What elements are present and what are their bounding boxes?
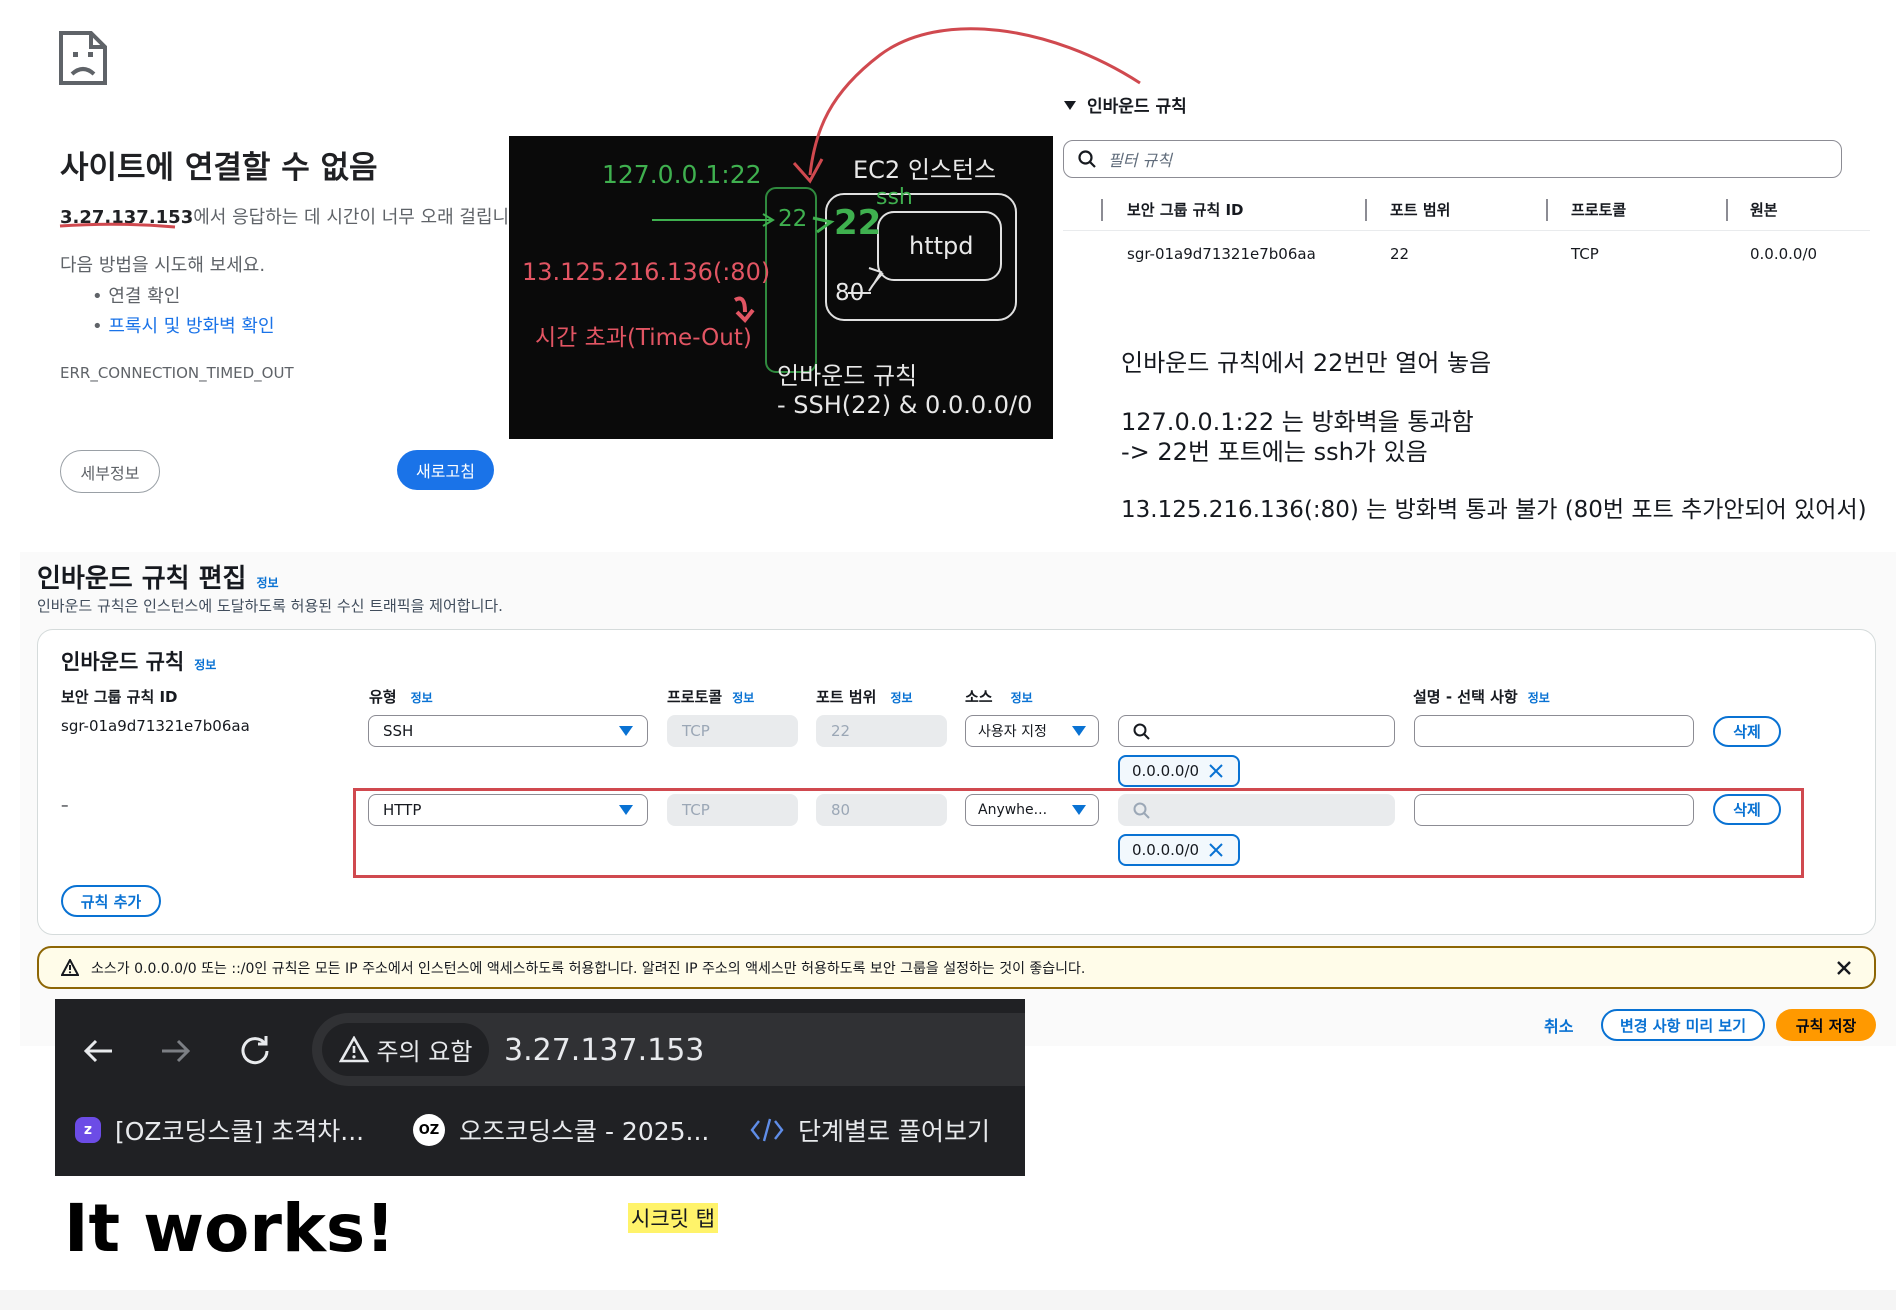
- diagram-port22-a: 22: [778, 206, 808, 232]
- caret-down-icon: [1064, 100, 1076, 110]
- title-info-link[interactable]: 정보: [256, 574, 278, 591]
- bullet-proxy-firewall[interactable]: • 프록시 및 방화벽 확인: [92, 312, 275, 338]
- bookmark-3[interactable]: 단계별로 풀어보기: [750, 1112, 990, 1148]
- hdr-source: 소스 정보: [965, 688, 1033, 706]
- row1-type-select[interactable]: SSH: [368, 715, 648, 747]
- summary-table-header: 보안 그룹 규칙 ID 포트 범위 프로토콜 원본: [1063, 195, 1870, 231]
- diagram-timeout: 시간 초과(Time-Out): [535, 325, 752, 351]
- not-secure-chip[interactable]: 주의 요함: [322, 1023, 489, 1076]
- inbound-collapse-toggle[interactable]: 인바운드 규칙: [1063, 92, 1187, 117]
- browser-toolbar: 주의 요함 3.27.137.153 z [OZ코딩스쿨] 초격차... OZ …: [55, 999, 1025, 1176]
- row1-description-input[interactable]: [1414, 715, 1694, 747]
- bookmark-1-label: [OZ코딩스쿨] 초격차...: [115, 1117, 365, 1146]
- summary-table-row: sgr-01a9d71321e7b06aa 22 TCP 0.0.0.0/0: [1063, 245, 1870, 275]
- preview-changes-button[interactable]: 변경 사항 미리 보기: [1601, 1009, 1765, 1041]
- col-port-range: 포트 범위: [1390, 201, 1451, 219]
- row1-rule-id: sgr-01a9d71321e7b06aa: [61, 717, 250, 735]
- panel-title: 인바운드 규칙 정보: [61, 650, 217, 674]
- address-bar[interactable]: 주의 요함 3.27.137.153: [312, 1013, 1025, 1086]
- diagram-inbound-title: 인바운드 규칙: [777, 362, 918, 390]
- diagram-remote: 13.125.216.136(:80): [522, 258, 771, 286]
- warning-text: 소스가 0.0.0.0/0 또는 ::/0인 규칙은 모든 IP 주소에서 인스…: [91, 960, 1086, 977]
- bullet-connection: • 연결 확인: [92, 286, 181, 307]
- diagram-port22-b: 22: [834, 203, 882, 243]
- bookmark-1[interactable]: z [OZ코딩스쿨] 초격차...: [75, 1112, 364, 1148]
- panel-info-link[interactable]: 정보: [194, 656, 216, 673]
- row-source: 0.0.0.0/0: [1750, 245, 1818, 263]
- back-arrow-icon[interactable]: [81, 1036, 115, 1066]
- warning-alert: 소스가 0.0.0.0/0 또는 ::/0인 규칙은 모든 IP 주소에서 인스…: [37, 946, 1876, 989]
- ip-underline: [59, 222, 176, 229]
- diagram-localhost: 127.0.0.1:22: [602, 160, 762, 189]
- col-source: 원본: [1750, 201, 1778, 219]
- bookmark-2-label: 오즈코딩스쿨 - 2025...: [459, 1117, 710, 1146]
- inbound-summary-heading: 인바운드 규칙: [1087, 97, 1187, 117]
- edit-page-title: 인바운드 규칙 편집 정보: [37, 564, 279, 594]
- row1-source-select[interactable]: 사용자 지정: [965, 715, 1099, 747]
- error-code: ERR_CONNECTION_TIMED_OUT: [60, 364, 294, 382]
- secret-tab-label: 시크릿 탭: [628, 1203, 718, 1233]
- row1-type-value: SSH: [383, 722, 414, 740]
- save-rules-button[interactable]: 규칙 저장: [1776, 1009, 1876, 1041]
- col-protocol: 프로토콜: [1571, 201, 1627, 219]
- warning-icon: [61, 959, 79, 976]
- note-line-3: -> 22번 포트에는 ssh가 있음: [1121, 438, 1428, 466]
- hdr-protocol: 프로토콜 정보: [667, 688, 755, 706]
- caret-down-icon: [619, 726, 633, 736]
- search-icon: [1133, 723, 1150, 740]
- diagram-port80: 80: [835, 280, 865, 306]
- warning-icon: [338, 1036, 369, 1063]
- bookmark-3-label: 단계별로 풀어보기: [798, 1117, 990, 1146]
- row-port: 22: [1390, 245, 1410, 263]
- reload-icon[interactable]: [238, 1033, 272, 1067]
- code-icon: [750, 1118, 784, 1142]
- hdr-description: 설명 - 선택 사항 정보: [1413, 688, 1550, 706]
- bookmark-2[interactable]: OZ 오즈코딩스쿨 - 2025...: [413, 1112, 709, 1148]
- diagram-httpd: httpd: [909, 232, 974, 260]
- sad-page-icon: [58, 30, 108, 86]
- hdr-port: 포트 범위 정보: [816, 688, 913, 706]
- details-button[interactable]: 세부정보: [60, 450, 160, 493]
- oz-z-icon: z: [75, 1117, 101, 1143]
- close-icon[interactable]: [1209, 764, 1223, 778]
- hdr-type: 유형 정보: [369, 688, 433, 706]
- rules-panel: [37, 629, 1876, 935]
- not-secure-label: 주의 요함: [376, 1038, 473, 1066]
- reload-button[interactable]: 새로고침: [397, 450, 494, 490]
- row1-source-value: 사용자 지정: [978, 724, 1047, 740]
- row-rule-id: sgr-01a9d71321e7b06aa: [1127, 245, 1316, 263]
- error-message-rest: 에서 응답하는 데 시간이 너무 오래 걸립니다.: [193, 207, 532, 228]
- bottom-fade: [0, 1290, 1896, 1310]
- diagram-inbound-rule: - SSH(22) & 0.0.0.0/0: [777, 391, 1033, 419]
- col-rule-id: 보안 그룹 규칙 ID: [1127, 201, 1244, 219]
- row1-protocol-field: TCP: [667, 715, 798, 747]
- row1-delete-button[interactable]: 삭제: [1713, 716, 1781, 747]
- caret-down-icon: [1072, 726, 1086, 736]
- it-works-heading: It works!: [64, 1190, 396, 1267]
- cancel-button[interactable]: 취소: [1544, 1013, 1573, 1037]
- edit-page-description: 인바운드 규칙은 인스턴스에 도달하도록 허용된 수신 트래픽을 제어합니다.: [37, 597, 503, 615]
- filter-rules-input[interactable]: 필터 규칙: [1063, 140, 1842, 178]
- row-protocol: TCP: [1571, 245, 1599, 263]
- row2-highlight-box: [353, 788, 1804, 878]
- error-title: 사이트에 연결할 수 없음: [60, 150, 378, 186]
- hdr-rule-id: 보안 그룹 규칙 ID: [61, 688, 178, 706]
- row1-token-value: 0.0.0.0/0: [1132, 762, 1200, 780]
- row1-port-field: 22: [816, 715, 947, 747]
- filter-placeholder: 필터 규칙: [1108, 151, 1172, 170]
- note-line-4: 13.125.216.136(:80) 는 방화벽 통과 불가 (80번 포트 …: [1121, 497, 1867, 523]
- note-line-1: 인바운드 규칙에서 22번만 열어 놓음: [1121, 349, 1492, 377]
- search-icon: [1078, 150, 1096, 168]
- url-text: 3.27.137.153: [504, 1033, 705, 1068]
- row1-cidr-search[interactable]: [1118, 715, 1395, 747]
- close-icon[interactable]: [1836, 960, 1852, 976]
- add-rule-button[interactable]: 규칙 추가: [61, 885, 161, 917]
- row1-cidr-token: 0.0.0.0/0: [1118, 755, 1240, 787]
- try-text: 다음 방법을 시도해 보세요.: [60, 255, 266, 276]
- forward-arrow-icon[interactable]: [159, 1036, 193, 1066]
- row2-rule-id: –: [61, 796, 69, 814]
- oz-logo-icon: OZ: [413, 1114, 445, 1146]
